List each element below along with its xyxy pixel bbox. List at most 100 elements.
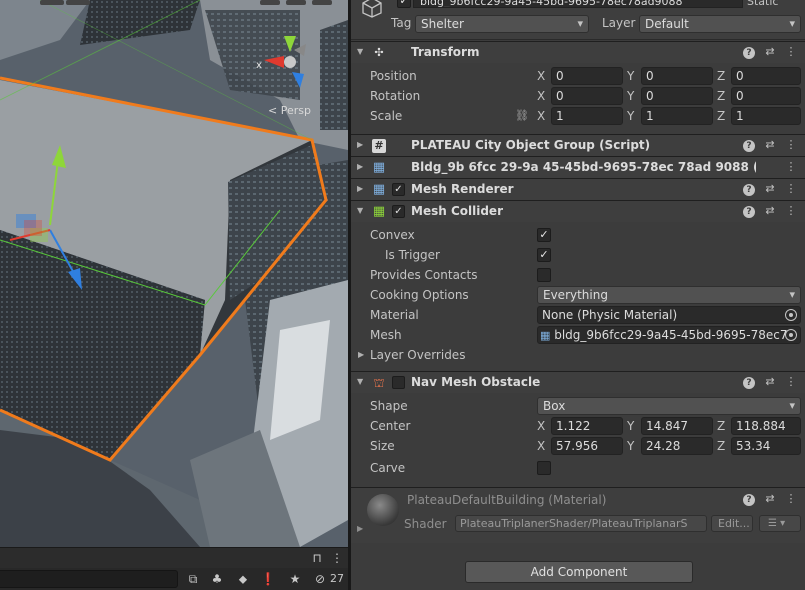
shader-edit-button[interactable]: Edit... — [711, 515, 753, 532]
fold-arrow-icon[interactable]: ▼ — [357, 206, 363, 215]
context-menu-icon[interactable]: ⋮ — [785, 182, 797, 196]
nav-mesh-obstacle-header[interactable]: ▼ ⛫ Nav Mesh Obstacle ? ⇄ ⋮ — [351, 371, 805, 393]
context-menu-icon[interactable]: ⋮ — [785, 375, 797, 389]
active-checkbox[interactable]: ✓ — [397, 0, 411, 8]
more-options-icon[interactable]: ⋮ — [330, 551, 344, 565]
shader-options-button[interactable]: ☰ ▾ — [759, 515, 801, 532]
mesh-renderer-enabled-checkbox[interactable]: ✓ — [392, 183, 405, 196]
component-header-icons: ? ⇄ ⋮ — [743, 182, 797, 196]
add-component-button[interactable]: Add Component — [465, 561, 693, 583]
object-picker-icon[interactable] — [785, 309, 797, 321]
preset-icon[interactable]: ⇄ — [764, 138, 776, 152]
static-toggle[interactable]: Static — [747, 0, 778, 8]
context-menu-icon[interactable]: ⋮ — [785, 160, 797, 173]
axis-x-label: X — [537, 439, 546, 453]
constrain-proportions-icon[interactable]: ⛓ — [515, 109, 529, 122]
mesh-collider-header[interactable]: ▼ ▦ ✓ Mesh Collider ? ⇄ ⋮ — [351, 200, 805, 222]
cooking-options-label: Cooking Options — [370, 288, 469, 302]
layer-dropdown[interactable]: Default — [639, 15, 801, 33]
mesh-filter-header[interactable]: ▶ ▦ Bldg_9b 6fcc 29-9a 45-45bd-9695-78ec… — [351, 156, 805, 178]
scene-filter-icon[interactable]: ⧉ — [184, 571, 202, 587]
fold-arrow-icon[interactable]: ▼ — [357, 377, 363, 386]
layer-overrides-label[interactable]: Layer Overrides — [370, 348, 465, 362]
lock-icon[interactable]: ⊓ — [310, 551, 324, 565]
context-menu-icon[interactable]: ⋮ — [785, 492, 797, 506]
component-header-icons: ? ⇄ ⋮ — [743, 45, 797, 59]
inspector-panel: ✓ bldg_9b6fcc29-9a45-45bd-9695-78ec78ad9… — [351, 0, 805, 590]
preset-icon[interactable]: ⇄ — [764, 375, 776, 389]
fold-arrow-icon[interactable]: ▶ — [357, 184, 363, 193]
component-header-icons: ? ⇄ ⋮ — [743, 492, 797, 506]
fold-arrow-icon[interactable]: ▶ — [357, 162, 363, 171]
material-preview-sphere[interactable] — [367, 494, 399, 526]
axis-z-label: Z — [717, 419, 726, 433]
hidden-objects-icon[interactable]: ⊘ — [311, 571, 329, 587]
help-icon[interactable]: ? — [743, 494, 755, 506]
position-z-field[interactable]: 0 — [731, 67, 801, 85]
size-z-field[interactable]: 53.34 — [731, 437, 801, 455]
center-x-field[interactable]: 1.122 — [551, 417, 623, 435]
size-y-field[interactable]: 24.28 — [641, 437, 713, 455]
fold-arrow-icon[interactable]: ▼ — [357, 47, 363, 56]
material-section: PlateauDefaultBuilding (Material) ▶ Shad… — [351, 487, 805, 543]
scale-y-field[interactable]: 1 — [641, 107, 713, 125]
object-picker-icon[interactable] — [785, 329, 797, 341]
shader-dropdown[interactable]: PlateauTriplanerShader/PlateauTriplanarS — [455, 515, 707, 532]
center-y-field[interactable]: 14.847 — [641, 417, 713, 435]
preset-icon[interactable]: ⇄ — [764, 492, 776, 506]
scale-x-field[interactable]: 1 — [551, 107, 623, 125]
rotation-y-field[interactable]: 0 — [641, 87, 713, 105]
scale-z-field[interactable]: 1 — [731, 107, 801, 125]
help-icon[interactable]: ? — [743, 206, 755, 218]
mesh-collider-enabled-checkbox[interactable]: ✓ — [392, 205, 405, 218]
context-menu-icon[interactable]: ⋮ — [785, 138, 797, 152]
scene-canvas[interactable]: x — [0, 0, 348, 547]
cooking-options-dropdown[interactable]: Everything — [537, 286, 801, 304]
rotation-x-field[interactable]: 0 — [551, 87, 623, 105]
mesh-renderer-header[interactable]: ▶ ▦ ✓ Mesh Renderer ? ⇄ ⋮ — [351, 178, 805, 200]
position-x-field[interactable]: 0 — [551, 67, 623, 85]
help-icon[interactable]: ? — [743, 184, 755, 196]
layer-overrides-fold-icon[interactable]: ▶ — [358, 350, 364, 359]
nav-mesh-obstacle-enabled-checkbox[interactable] — [392, 376, 405, 389]
is-trigger-checkbox[interactable]: ✓ — [537, 248, 551, 262]
mesh-collider-icon: ▦ — [372, 204, 386, 219]
size-x-field[interactable]: 57.956 — [551, 437, 623, 455]
search-input[interactable] — [0, 570, 178, 588]
preset-icon[interactable]: ⇄ — [764, 45, 776, 59]
object-name-field[interactable]: bldg_9b6fcc29-9a45-45bd-9695-78ec78ad908… — [413, 0, 743, 8]
transform-title: Transform — [411, 45, 480, 59]
center-z-field[interactable]: 118.884 — [731, 417, 801, 435]
mesh-value: bldg_9b6fcc29-9a45-45bd-9695-78ec78 — [554, 328, 796, 342]
component-header-icons: ? ⇄ ⋮ — [743, 375, 797, 389]
help-icon[interactable]: ? — [743, 140, 755, 152]
help-icon[interactable]: ? — [743, 377, 755, 389]
material-fold-icon[interactable]: ▶ — [357, 524, 363, 533]
tag-icon[interactable]: ⬥ — [234, 571, 252, 587]
convex-checkbox[interactable]: ✓ — [537, 228, 551, 242]
carve-checkbox[interactable] — [537, 461, 551, 475]
help-icon[interactable]: ? — [743, 47, 755, 59]
physic-material-field[interactable]: None (Physic Material) — [537, 306, 801, 324]
context-menu-icon[interactable]: ⋮ — [785, 204, 797, 218]
warning-icon[interactable]: ❗ — [259, 571, 277, 587]
transform-header[interactable]: ▼ ✣ Transform ? ⇄ ⋮ — [351, 41, 805, 63]
mesh-asset-icon: ▦ — [540, 329, 551, 342]
nav-mesh-obstacle-title: Nav Mesh Obstacle — [411, 375, 541, 389]
scene-view[interactable]: x < Persp — [0, 0, 348, 547]
provides-contacts-checkbox[interactable] — [537, 268, 551, 282]
context-menu-icon[interactable]: ⋮ — [785, 45, 797, 59]
preset-icon[interactable]: ⇄ — [764, 182, 776, 196]
plateau-script-header[interactable]: ▶ # PLATEAU City Object Group (Script) ?… — [351, 134, 805, 156]
persp-label[interactable]: < Persp — [268, 104, 311, 117]
mesh-field[interactable]: ▦ bldg_9b6fcc29-9a45-45bd-9695-78ec78 — [537, 326, 801, 344]
position-y-field[interactable]: 0 — [641, 67, 713, 85]
shape-dropdown[interactable]: Box — [537, 397, 801, 415]
is-trigger-label: Is Trigger — [385, 248, 440, 262]
fold-arrow-icon[interactable]: ▶ — [357, 140, 363, 149]
star-icon[interactable]: ★ — [286, 571, 304, 587]
rotation-z-field[interactable]: 0 — [731, 87, 801, 105]
tag-dropdown[interactable]: Shelter — [415, 15, 589, 33]
preset-icon[interactable]: ⇄ — [764, 204, 776, 218]
shapes-icon[interactable]: ♣ — [208, 571, 226, 587]
